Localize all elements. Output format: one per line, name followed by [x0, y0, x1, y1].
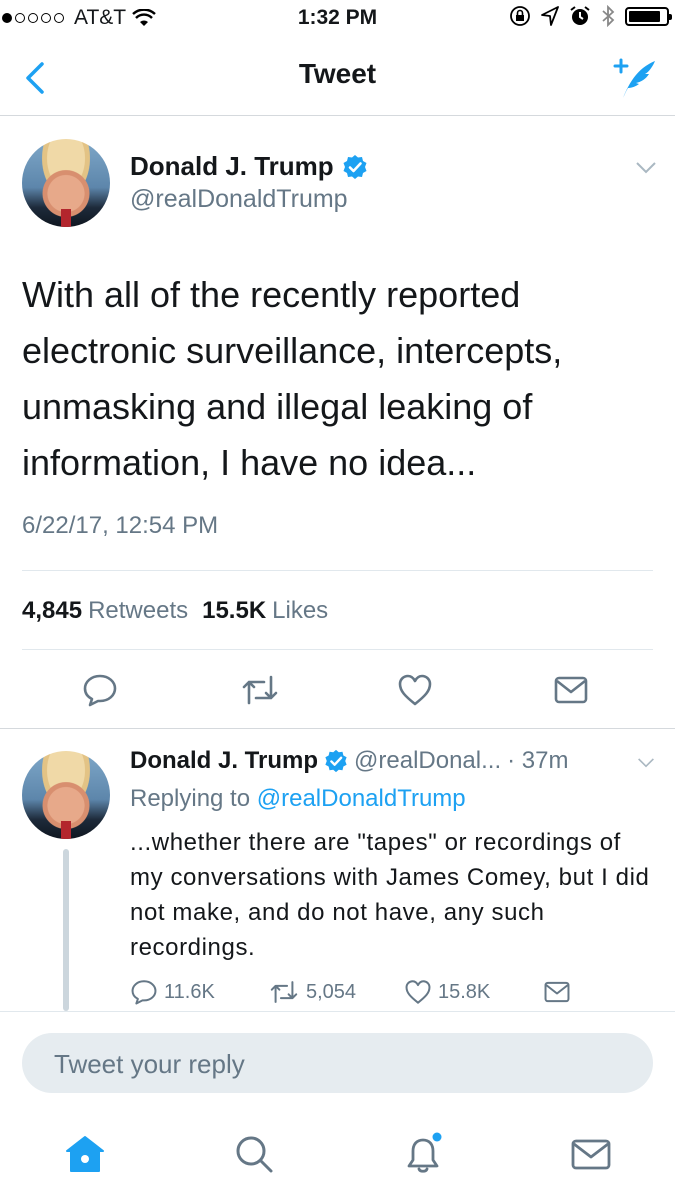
thread-connector-line: [63, 849, 69, 1011]
tweet-time-ago: · 37m: [507, 747, 569, 774]
reply-icon[interactable]: [130, 979, 158, 1005]
retweet-icon[interactable]: [268, 979, 300, 1005]
likes-count[interactable]: 15.5K: [202, 597, 266, 625]
alarm-icon: [570, 6, 590, 25]
reply-icon[interactable]: [82, 673, 118, 707]
likes-label[interactable]: Likes: [272, 597, 328, 625]
like-action[interactable]: 15.8K: [404, 979, 490, 1005]
nav-bar: Tweet: [0, 38, 675, 116]
retweet-icon[interactable]: [240, 673, 280, 707]
tweet-text: ...whether there are "tapes" or recordin…: [130, 829, 650, 961]
messages-icon[interactable]: [569, 1132, 613, 1176]
chevron-down-icon[interactable]: [637, 757, 655, 769]
reply-composer-input[interactable]: Tweet your reply: [22, 1033, 653, 1093]
replying-to: Replying to @realDonaldTrump: [130, 785, 466, 813]
bluetooth-icon: [602, 5, 615, 27]
status-bar: AT&T 1:32 PM: [0, 0, 675, 38]
search-icon[interactable]: [232, 1132, 276, 1176]
battery-icon: [625, 6, 672, 26]
orientation-lock-icon: [510, 6, 530, 26]
composer-divider: [0, 1011, 675, 1012]
retweets-label[interactable]: Retweets: [88, 597, 188, 625]
like-heart-icon[interactable]: [404, 979, 432, 1005]
retweets-count[interactable]: 4,845: [22, 597, 82, 625]
replying-to-link[interactable]: @realDonaldTrump: [257, 785, 466, 812]
retweet-action[interactable]: 5,054: [268, 979, 356, 1005]
reply-count: 11.6K: [164, 980, 215, 1003]
avatar[interactable]: [22, 751, 110, 839]
author-handle[interactable]: @realDonal...: [354, 747, 501, 775]
tweet-stats: 4,845 Retweets 15.5K Likes: [22, 597, 336, 625]
dm-action[interactable]: [542, 979, 572, 1005]
compose-tweet-icon[interactable]: [609, 54, 657, 100]
page-title: Tweet: [298, 58, 377, 89]
retweet-count: 5,054: [306, 980, 357, 1003]
tweet-text: With all of the recently reported electr…: [22, 274, 563, 483]
verified-badge-icon: [325, 749, 347, 773]
notifications-icon[interactable]: [401, 1132, 445, 1176]
notification-dot: [432, 1132, 442, 1142]
chevron-down-icon[interactable]: [635, 161, 657, 175]
replying-prefix: Replying to: [130, 785, 251, 812]
author-name[interactable]: Donald J. Trump: [130, 747, 318, 775]
direct-message-icon[interactable]: [542, 979, 572, 1005]
author-handle[interactable]: @realDonaldTrump: [130, 185, 348, 214]
direct-message-icon[interactable]: [553, 673, 589, 707]
divider: [22, 649, 653, 650]
avatar[interactable]: [22, 139, 110, 227]
location-icon: [541, 6, 559, 26]
reply-tweet-actions: 11.6K 5,054 15.8K: [130, 979, 650, 1011]
like-count: 15.8K: [438, 980, 491, 1003]
author-name-row[interactable]: Donald J. Trump: [130, 151, 368, 182]
battery-level: [629, 10, 660, 22]
author-name[interactable]: Donald J. Trump: [130, 151, 334, 182]
like-heart-icon[interactable]: [397, 673, 433, 707]
tab-bar: [0, 1118, 675, 1200]
reply-header: Donald J. Trump @realDonal... · 37m: [130, 747, 568, 775]
home-icon[interactable]: [63, 1132, 107, 1176]
status-right: [509, 5, 672, 27]
reply-tweet[interactable]: Donald J. Trump @realDonal... · 37m Repl…: [0, 729, 675, 1011]
verified-badge-icon: [343, 154, 367, 179]
divider: [22, 570, 653, 571]
tweet-actions: [0, 665, 675, 715]
reply-action[interactable]: 11.6K: [130, 979, 215, 1005]
tweet-timestamp: 6/22/17, 12:54 PM: [22, 512, 219, 539]
